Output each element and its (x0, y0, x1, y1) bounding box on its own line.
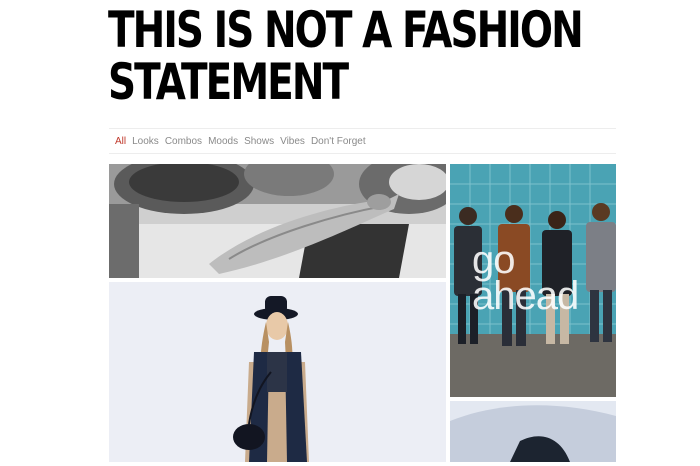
gallery-tile-band[interactable]: go ahead (450, 164, 616, 397)
site-title: THIS IS NOT A FASHION STATEMENT (108, 1, 584, 111)
filter-vibes[interactable]: Vibes (280, 136, 305, 147)
fish-photo (109, 164, 446, 278)
gallery-tile-fish[interactable] (109, 164, 446, 278)
filter-bar: All Looks Combos Moods Shows Vibes Don't… (109, 128, 616, 154)
filter-moods[interactable]: Moods (208, 136, 238, 147)
filter-dont-forget[interactable]: Don't Forget (311, 136, 366, 147)
filter-combos[interactable]: Combos (165, 136, 202, 147)
overlay-line-ahead: ahead (472, 274, 579, 318)
filter-all[interactable]: All (115, 136, 126, 147)
filter-shows[interactable]: Shows (244, 136, 274, 147)
overlay-line-go: go (472, 238, 516, 282)
gallery-tile-woman[interactable] (109, 282, 446, 462)
site-title-line-1: THIS IS NOT A FASHION (108, 1, 584, 59)
gallery-tile-partial[interactable] (450, 401, 616, 462)
woman-photo (109, 282, 446, 462)
band-overlay-text: go ahead (472, 238, 579, 318)
partial-photo (450, 401, 616, 462)
filter-looks[interactable]: Looks (132, 136, 159, 147)
site-title-line-2: STATEMENT (108, 53, 349, 111)
